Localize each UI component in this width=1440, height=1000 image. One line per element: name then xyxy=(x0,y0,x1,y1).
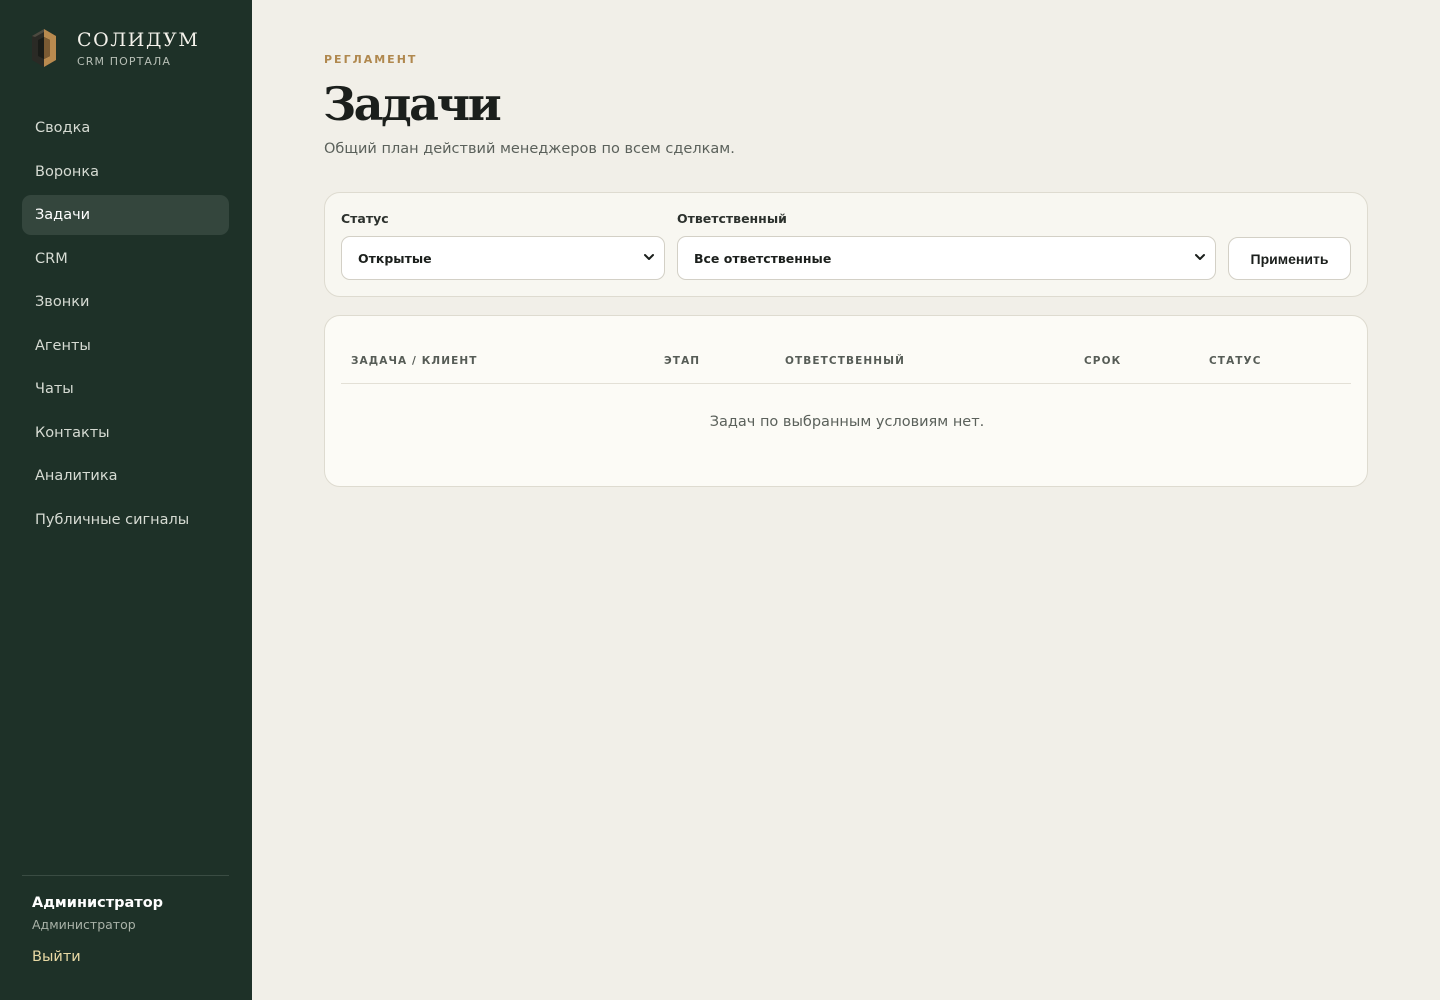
chevron-down-icon xyxy=(644,254,654,260)
status-select-value: Открытые xyxy=(358,250,432,266)
sidebar-item-label: Контакты xyxy=(35,424,110,441)
page-description: Общий план действий менеджеров по всем с… xyxy=(324,141,735,157)
column-header-stage[interactable]: ЭТАП xyxy=(664,355,700,367)
table-header-divider xyxy=(341,383,1351,384)
column-header-assignee[interactable]: ОТВЕТСТВЕННЫЙ xyxy=(785,355,905,367)
sidebar-item-funnel[interactable]: Воронка xyxy=(22,152,229,192)
brand[interactable]: СОЛИДУМ CRM ПОРТАЛА xyxy=(30,28,199,68)
brand-subtitle: CRM ПОРТАЛА xyxy=(77,55,172,68)
sidebar-item-crm[interactable]: CRM xyxy=(22,239,229,279)
sidebar-item-analytics[interactable]: Аналитика xyxy=(22,456,229,496)
page-eyebrow: РЕГЛАМЕНТ xyxy=(324,53,418,66)
logout-link[interactable]: Выйти xyxy=(32,949,81,965)
column-header-status[interactable]: СТАТУС xyxy=(1209,355,1262,367)
sidebar-item-tasks[interactable]: Задачи xyxy=(22,195,229,235)
sidebar-item-calls[interactable]: Звонки xyxy=(22,282,229,322)
status-filter-label: Статус xyxy=(341,211,389,226)
status-select[interactable]: Открытые xyxy=(341,236,665,280)
empty-state-message: Задач по выбранным условиям нет. xyxy=(709,414,985,430)
user-role: Администратор xyxy=(32,917,136,932)
assignee-filter-label: Ответственный xyxy=(677,211,787,226)
sidebar-item-summary[interactable]: Сводка xyxy=(22,108,229,148)
sidebar-item-label: Воронка xyxy=(35,163,100,180)
sidebar-item-label: Аналитика xyxy=(35,468,118,484)
sidebar-item-label: Публичные сигналы xyxy=(35,511,190,528)
sidebar-item-label: CRM xyxy=(35,250,68,267)
sidebar-item-label: Звонки xyxy=(35,294,90,310)
sidebar-item-chats[interactable]: Чаты xyxy=(22,369,229,409)
assignee-select[interactable]: Все ответственные xyxy=(677,236,1216,280)
main-content: РЕГЛАМЕНТ Задачи Общий план действий мен… xyxy=(252,0,1440,1000)
assignee-select-value: Все ответственные xyxy=(694,250,832,266)
sidebar-item-agents[interactable]: Агенты xyxy=(22,326,229,366)
sidebar-item-label: Агенты xyxy=(35,337,91,354)
sidebar-divider xyxy=(22,875,229,876)
chevron-down-icon xyxy=(1195,254,1205,260)
column-header-task-client[interactable]: ЗАДАЧА / КЛИЕНТ xyxy=(351,355,478,367)
sidebar: СОЛИДУМ CRM ПОРТАЛА Сводка Воронка Задач… xyxy=(0,0,252,1000)
sidebar-item-label: Сводка xyxy=(35,120,91,136)
column-header-due-date[interactable]: СРОК xyxy=(1084,355,1121,367)
brand-logo-icon xyxy=(32,29,56,67)
filter-panel: Статус Открытые Ответственный Все ответс… xyxy=(324,192,1368,297)
sidebar-nav: Сводка Воронка Задачи CRM Звонки Агенты … xyxy=(22,108,229,543)
user-name: Администратор xyxy=(32,895,164,911)
page-title: Задачи xyxy=(323,77,502,131)
sidebar-item-label: Задачи xyxy=(35,207,91,223)
brand-title: СОЛИДУМ xyxy=(77,29,200,51)
apply-button[interactable]: Применить xyxy=(1228,237,1351,280)
tasks-table: ЗАДАЧА / КЛИЕНТ ЭТАП ОТВЕТСТВЕННЫЙ СРОК … xyxy=(324,315,1368,487)
sidebar-item-contacts[interactable]: Контакты xyxy=(22,413,229,453)
sidebar-item-label: Чаты xyxy=(35,381,74,397)
sidebar-item-public-signals[interactable]: Публичные сигналы xyxy=(22,500,229,540)
